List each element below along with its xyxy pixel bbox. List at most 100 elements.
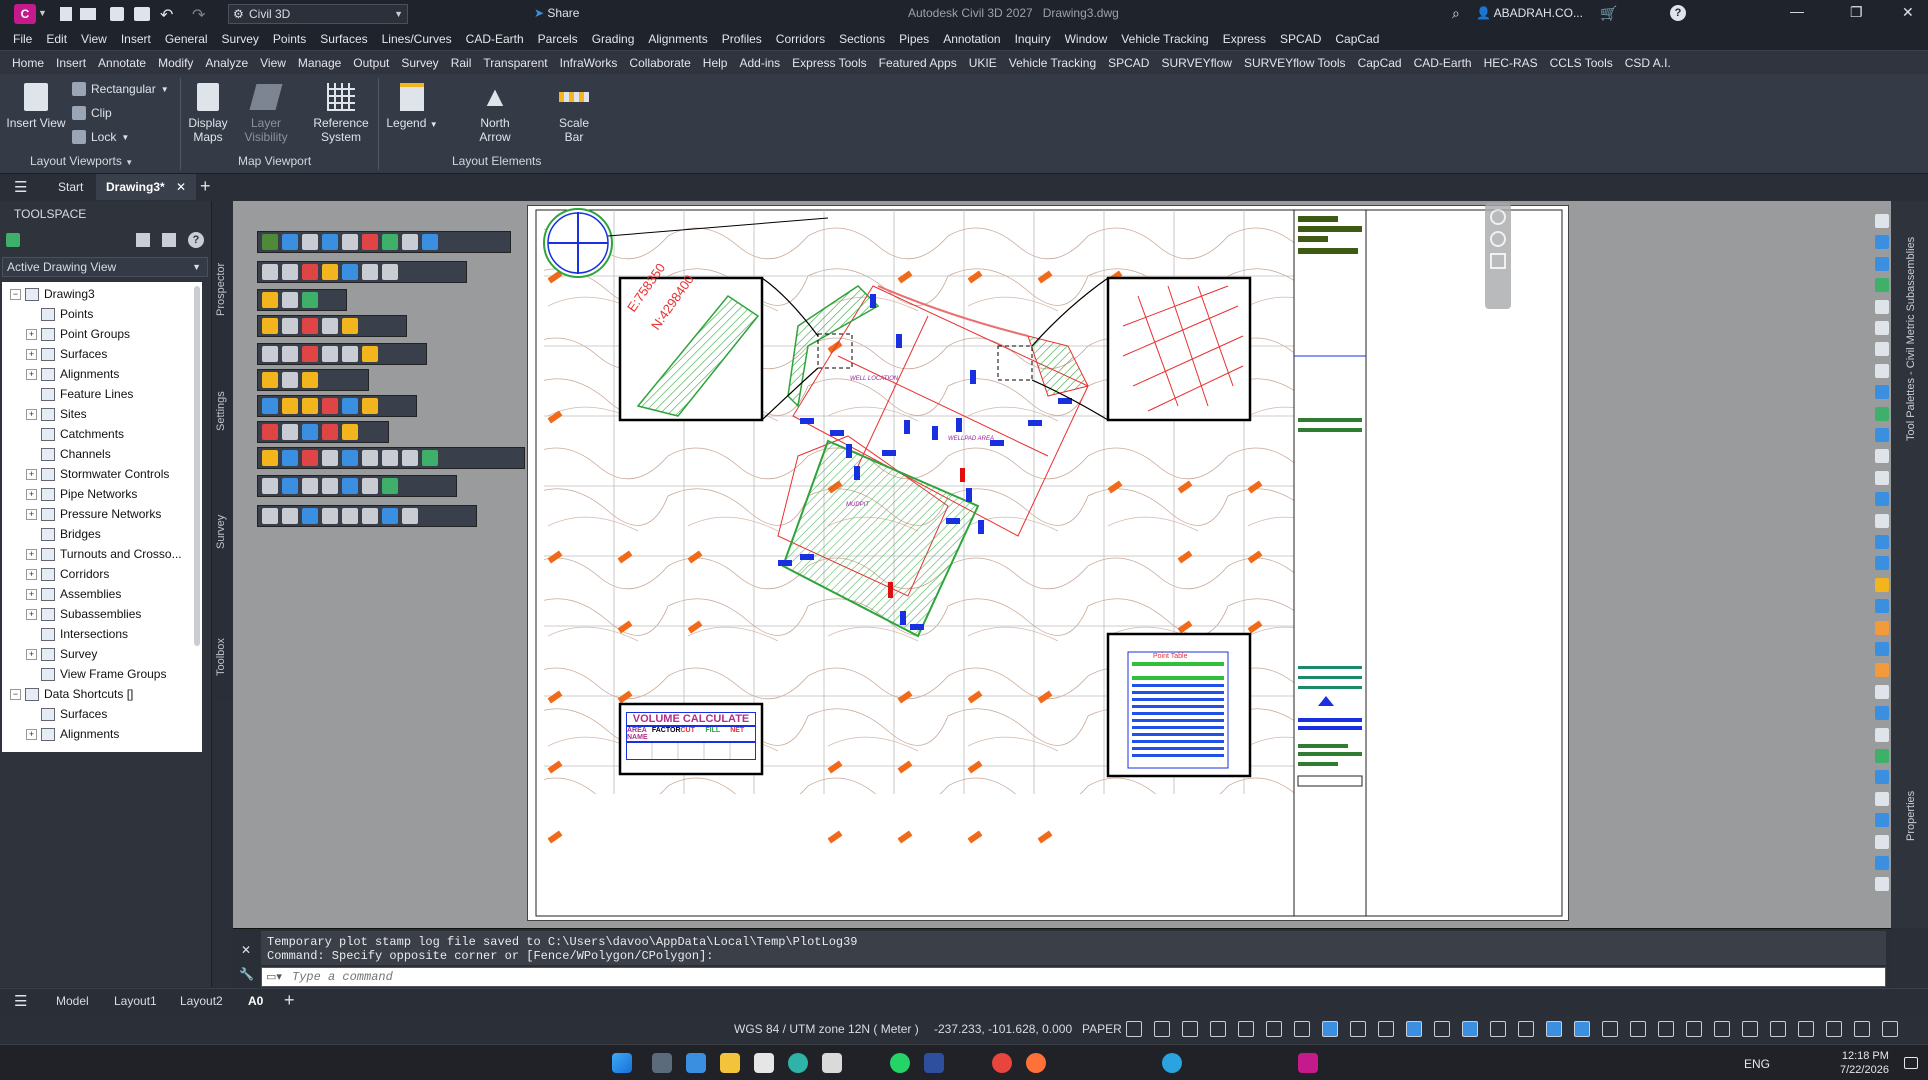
expand-icon[interactable]: + xyxy=(26,549,37,561)
workspace-select[interactable]: ⚙ Civil 3D ▼ xyxy=(228,4,408,24)
status-toggle-icon[interactable] xyxy=(1294,1021,1310,1037)
undo-icon[interactable]: ↶ xyxy=(160,5,173,25)
restore-button[interactable]: ❐ xyxy=(1850,4,1863,21)
floating-toolbar[interactable] xyxy=(257,343,427,365)
tool-palette-icon[interactable] xyxy=(1875,599,1889,614)
tool-palette-icon[interactable] xyxy=(1875,256,1889,271)
tab-ccls-tools[interactable]: CCLS Tools xyxy=(1544,51,1619,75)
status-toggle-icon[interactable] xyxy=(1658,1021,1674,1037)
tab-view[interactable]: View xyxy=(254,51,292,75)
floating-toolbar[interactable] xyxy=(257,315,407,337)
tool-palette-icon[interactable] xyxy=(1875,877,1889,892)
menu-item-vehicle-tracking[interactable]: Vehicle Tracking xyxy=(1114,28,1215,50)
tree-item[interactable]: Surfaces xyxy=(2,704,202,724)
tool-palette-icon[interactable] xyxy=(1875,363,1889,378)
floating-toolbar[interactable] xyxy=(257,395,417,417)
chevron-down-icon[interactable]: ▼ xyxy=(38,8,47,18)
tab-spcad[interactable]: SPCAD xyxy=(1102,51,1155,75)
clip-button[interactable]: Clip xyxy=(72,106,112,120)
status-toggle-icon[interactable] xyxy=(1406,1021,1422,1037)
menu-item-pipes[interactable]: Pipes xyxy=(892,28,936,50)
clock[interactable]: 12:18 PM 7/22/2026 xyxy=(1840,1049,1889,1077)
status-toggle-icon[interactable] xyxy=(1518,1021,1534,1037)
tab-capcad[interactable]: CapCad xyxy=(1352,51,1408,75)
app-logo[interactable]: C xyxy=(14,4,36,24)
new-icon[interactable] xyxy=(60,7,72,21)
tree-view-icon[interactable] xyxy=(136,233,150,247)
tree-item[interactable]: + Subassemblies xyxy=(2,604,202,624)
floating-toolbar[interactable] xyxy=(257,289,347,311)
menu-item-grading[interactable]: Grading xyxy=(585,28,642,50)
expand-icon[interactable]: + xyxy=(26,569,37,581)
floating-toolbar[interactable] xyxy=(257,369,369,391)
navigation-bar[interactable] xyxy=(1485,203,1511,309)
menu-item-capcad[interactable]: CapCad xyxy=(1328,28,1386,50)
status-toggle-icon[interactable] xyxy=(1714,1021,1730,1037)
tool-palette-icon[interactable] xyxy=(1875,727,1889,742)
wrench-icon[interactable]: 🔧 xyxy=(239,967,254,981)
close-tab-icon[interactable]: ✕ xyxy=(176,180,186,194)
active-drawing-view-select[interactable]: Active Drawing View ▼ xyxy=(2,257,208,277)
tab-ukie[interactable]: UKIE xyxy=(963,51,1003,75)
tab-hec-ras[interactable]: HEC-RAS xyxy=(1478,51,1544,75)
tree-item[interactable]: Catchments xyxy=(2,424,202,444)
status-toggle-icon[interactable] xyxy=(1154,1021,1170,1037)
floating-toolbar[interactable] xyxy=(257,261,467,283)
expand-icon[interactable]: + xyxy=(26,469,37,481)
reference-system-button[interactable]: Reference System xyxy=(312,80,370,144)
tab-modify[interactable]: Modify xyxy=(152,51,199,75)
menu-item-sections[interactable]: Sections xyxy=(832,28,892,50)
tree-item[interactable]: + Alignments xyxy=(2,724,202,744)
tab-layout2[interactable]: Layout2 xyxy=(180,994,223,1008)
tree-item[interactable]: + Stormwater Controls xyxy=(2,464,202,484)
status-toggle-icon[interactable] xyxy=(1462,1021,1478,1037)
expand-icon[interactable]: + xyxy=(26,329,37,341)
status-toggle-icon[interactable] xyxy=(1574,1021,1590,1037)
legend-button[interactable]: Legend ▼ xyxy=(386,80,438,132)
add-layout-button[interactable]: + xyxy=(284,990,295,1011)
close-command-icon[interactable]: ✕ xyxy=(241,943,251,957)
status-toggle-icon[interactable] xyxy=(1798,1021,1814,1037)
status-toggle-icon[interactable] xyxy=(1434,1021,1450,1037)
tree-item[interactable]: + Assemblies xyxy=(2,584,202,604)
tool-palette-icon[interactable] xyxy=(1875,492,1889,507)
floating-toolbar[interactable] xyxy=(257,475,457,497)
share-button[interactable]: ➤ Share xyxy=(534,6,579,20)
minimize-button[interactable]: — xyxy=(1790,3,1804,19)
tab-surveyflow-tools[interactable]: SURVEYflow Tools xyxy=(1238,51,1352,75)
language-indicator[interactable]: ENG xyxy=(1744,1057,1770,1071)
telegram-icon[interactable] xyxy=(1162,1053,1182,1073)
new-tab-button[interactable]: + xyxy=(200,176,211,197)
status-toggle-icon[interactable] xyxy=(1378,1021,1394,1037)
tool-palette-icon[interactable] xyxy=(1875,856,1889,870)
tree-item[interactable]: Bridges xyxy=(2,524,202,544)
print-icon[interactable] xyxy=(134,7,150,21)
status-toggle-icon[interactable] xyxy=(1686,1021,1702,1037)
status-toggle-icon[interactable] xyxy=(1602,1021,1618,1037)
tool-palette-icon[interactable] xyxy=(1875,406,1889,421)
tree-item[interactable]: Channels xyxy=(2,444,202,464)
tool-palette-icon[interactable] xyxy=(1875,449,1889,464)
tab-prospector[interactable]: Prospector xyxy=(215,263,227,316)
notification-icon[interactable] xyxy=(1904,1057,1918,1069)
tool-palette-icon[interactable] xyxy=(1875,513,1889,528)
expand-icon[interactable]: + xyxy=(26,589,37,601)
tree-item[interactable]: + Surfaces xyxy=(2,344,202,364)
tree-item[interactable]: − Data Shortcuts [] xyxy=(2,684,202,704)
menu-item-survey[interactable]: Survey xyxy=(215,28,266,50)
tab-drawing3[interactable]: Drawing3* ✕ xyxy=(96,174,197,200)
status-toggle-icon[interactable] xyxy=(1210,1021,1226,1037)
palette-title-properties[interactable]: Properties xyxy=(1905,791,1917,841)
tool-palette-icon[interactable] xyxy=(1875,791,1889,806)
palette-title-tool-palettes[interactable]: Tool Palettes - Civil Metric Subassembli… xyxy=(1905,237,1917,441)
expand-icon[interactable]: − xyxy=(10,289,21,301)
display-maps-button[interactable]: Display Maps xyxy=(184,80,232,144)
tool-palette-icon[interactable] xyxy=(1875,321,1889,335)
menu-item-window[interactable]: Window xyxy=(1058,28,1115,50)
status-toggle-icon[interactable] xyxy=(1742,1021,1758,1037)
north-arrow-button[interactable]: ▲ North Arrow xyxy=(470,80,520,145)
status-toggle-icon[interactable] xyxy=(1882,1021,1898,1037)
command-prompt-icon[interactable]: ▭▾ xyxy=(266,970,282,983)
tree-item[interactable]: + Survey xyxy=(2,644,202,664)
terminal-icon[interactable] xyxy=(686,1053,706,1073)
